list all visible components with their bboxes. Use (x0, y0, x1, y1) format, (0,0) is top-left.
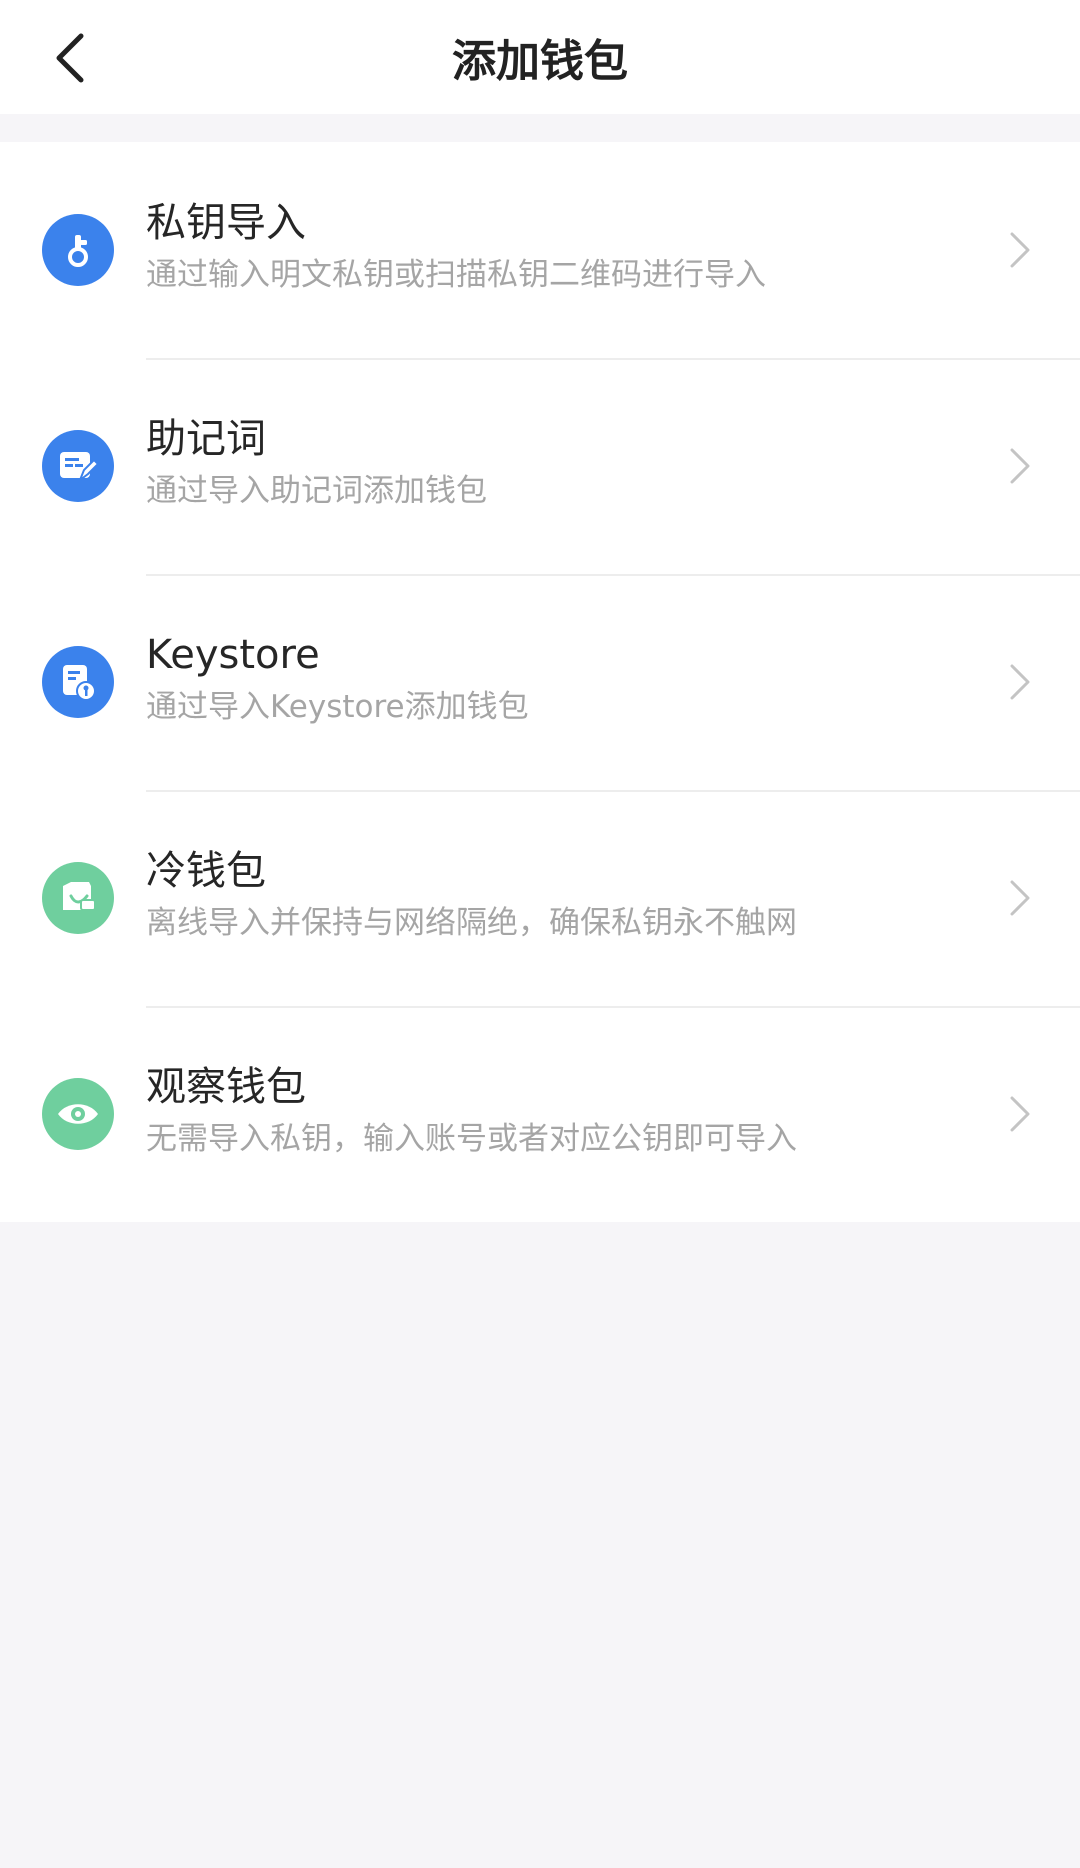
chevron-right-icon (1000, 662, 1040, 702)
eye-icon (42, 1078, 114, 1150)
chevron-right-icon (1000, 446, 1040, 486)
item-title: 助记词 (146, 416, 266, 462)
page-title: 添加钱包 (452, 36, 628, 87)
item-title: Keystore (146, 632, 320, 678)
mnemonic-icon (42, 430, 114, 502)
item-description: 通过输入明文私钥或扫描私钥二维码进行导入 (146, 257, 766, 293)
cold-wallet-icon (42, 862, 114, 934)
list-item-watch-wallet[interactable]: 观察钱包 无需导入私钥，输入账号或者对应公钥即可导入 (0, 1006, 1080, 1222)
chevron-right-icon (1000, 1094, 1040, 1134)
item-description: 通过导入助记词添加钱包 (146, 473, 487, 509)
section-gap (0, 114, 1080, 142)
header: 添加钱包 (0, 0, 1080, 114)
item-description: 无需导入私钥，输入账号或者对应公钥即可导入 (146, 1121, 797, 1157)
item-title: 观察钱包 (146, 1064, 306, 1110)
item-description: 离线导入并保持与网络隔绝，确保私钥永不触网 (146, 905, 797, 941)
item-title: 私钥导入 (146, 200, 306, 246)
item-title: 冷钱包 (146, 848, 266, 894)
chevron-right-icon (1000, 230, 1040, 270)
keystore-icon (42, 646, 114, 718)
key-icon (42, 214, 114, 286)
list-item-cold-wallet[interactable]: 冷钱包 离线导入并保持与网络隔绝，确保私钥永不触网 (0, 790, 1080, 1006)
list-item-private-key[interactable]: 私钥导入 通过输入明文私钥或扫描私钥二维码进行导入 (0, 142, 1080, 358)
list-item-mnemonic[interactable]: 助记词 通过导入助记词添加钱包 (0, 358, 1080, 574)
item-description: 通过导入Keystore添加钱包 (146, 689, 529, 725)
list-item-keystore[interactable]: Keystore 通过导入Keystore添加钱包 (0, 574, 1080, 790)
chevron-right-icon (1000, 878, 1040, 918)
wallet-import-list: 私钥导入 通过输入明文私钥或扫描私钥二维码进行导入 助记词 通过导入助记词添加钱… (0, 142, 1080, 1222)
